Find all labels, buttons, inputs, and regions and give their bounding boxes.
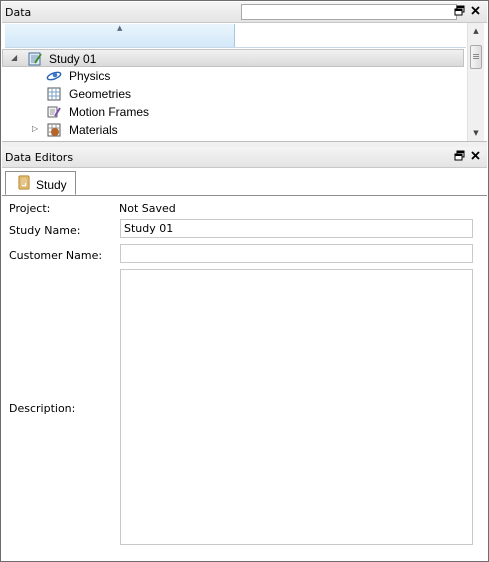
data-panel-header: Data	[2, 2, 487, 23]
description-textarea[interactable]	[120, 269, 473, 545]
scroll-up-arrow-icon[interactable]: ▲	[468, 25, 484, 37]
data-tree[interactable]: ▲ ◢ Study 01 Physics Geometries Motion F…	[2, 23, 467, 141]
tree-node-label: Physics	[69, 69, 111, 83]
tree-node-geometries[interactable]: Geometries	[2, 85, 464, 103]
tree-node-physics[interactable]: Physics	[2, 67, 464, 85]
sort-ascending-icon: ▲	[117, 24, 123, 32]
customer-name-input[interactable]	[120, 244, 473, 263]
tree-node-label: Materials	[69, 123, 118, 137]
scroll-down-arrow-icon[interactable]: ▼	[468, 127, 484, 139]
tree-node-motion-frames[interactable]: Motion Frames	[2, 103, 464, 121]
study-tab-icon	[17, 175, 31, 193]
tree-node-label: Motion Frames	[69, 105, 150, 119]
tree-column-name-header[interactable]: ▲	[5, 24, 235, 47]
tree-column-value-header[interactable]	[235, 24, 466, 47]
restore-window-icon[interactable]	[453, 5, 466, 18]
tree-vertical-scrollbar[interactable]: ▲ ▼	[467, 23, 484, 141]
motion-frames-icon	[46, 104, 62, 120]
tree-node-materials[interactable]: ▷ Materials	[2, 121, 464, 139]
editors-panel-header: Data Editors	[2, 147, 487, 168]
study-name-input[interactable]	[120, 219, 473, 238]
expand-chevron-icon[interactable]: ▷	[32, 125, 40, 133]
tree-node-label: Study 01	[49, 52, 97, 66]
geometries-icon	[46, 86, 62, 102]
customer-name-label: Customer Name:	[9, 249, 103, 262]
editor-tab-strip: Study	[2, 169, 487, 196]
tab-label: Study	[36, 178, 67, 192]
tab-study[interactable]: Study	[5, 171, 76, 195]
data-search-input[interactable]	[241, 4, 457, 20]
collapse-chevron-icon[interactable]: ◢	[11, 54, 19, 62]
project-value: Not Saved	[119, 202, 176, 215]
description-label: Description:	[9, 402, 76, 415]
restore-window-icon[interactable]	[453, 150, 466, 163]
tree-node-study[interactable]: ◢ Study 01	[2, 49, 464, 67]
editors-panel-title: Data Editors	[5, 151, 74, 164]
close-icon[interactable]	[469, 150, 482, 163]
physics-icon	[46, 68, 62, 84]
data-panel-title: Data	[5, 6, 32, 19]
scrollbar-thumb[interactable]	[470, 45, 482, 69]
project-label: Project:	[9, 202, 51, 215]
materials-icon	[46, 122, 62, 138]
tree-column-header: ▲	[5, 24, 466, 48]
tree-node-label: Geometries	[69, 87, 132, 101]
study-name-label: Study Name:	[9, 224, 81, 237]
close-icon[interactable]	[469, 5, 482, 18]
app-window: Data ▲ ◢ Study 01 Physics Geometries Mot…	[0, 0, 489, 562]
study-icon	[27, 51, 43, 67]
